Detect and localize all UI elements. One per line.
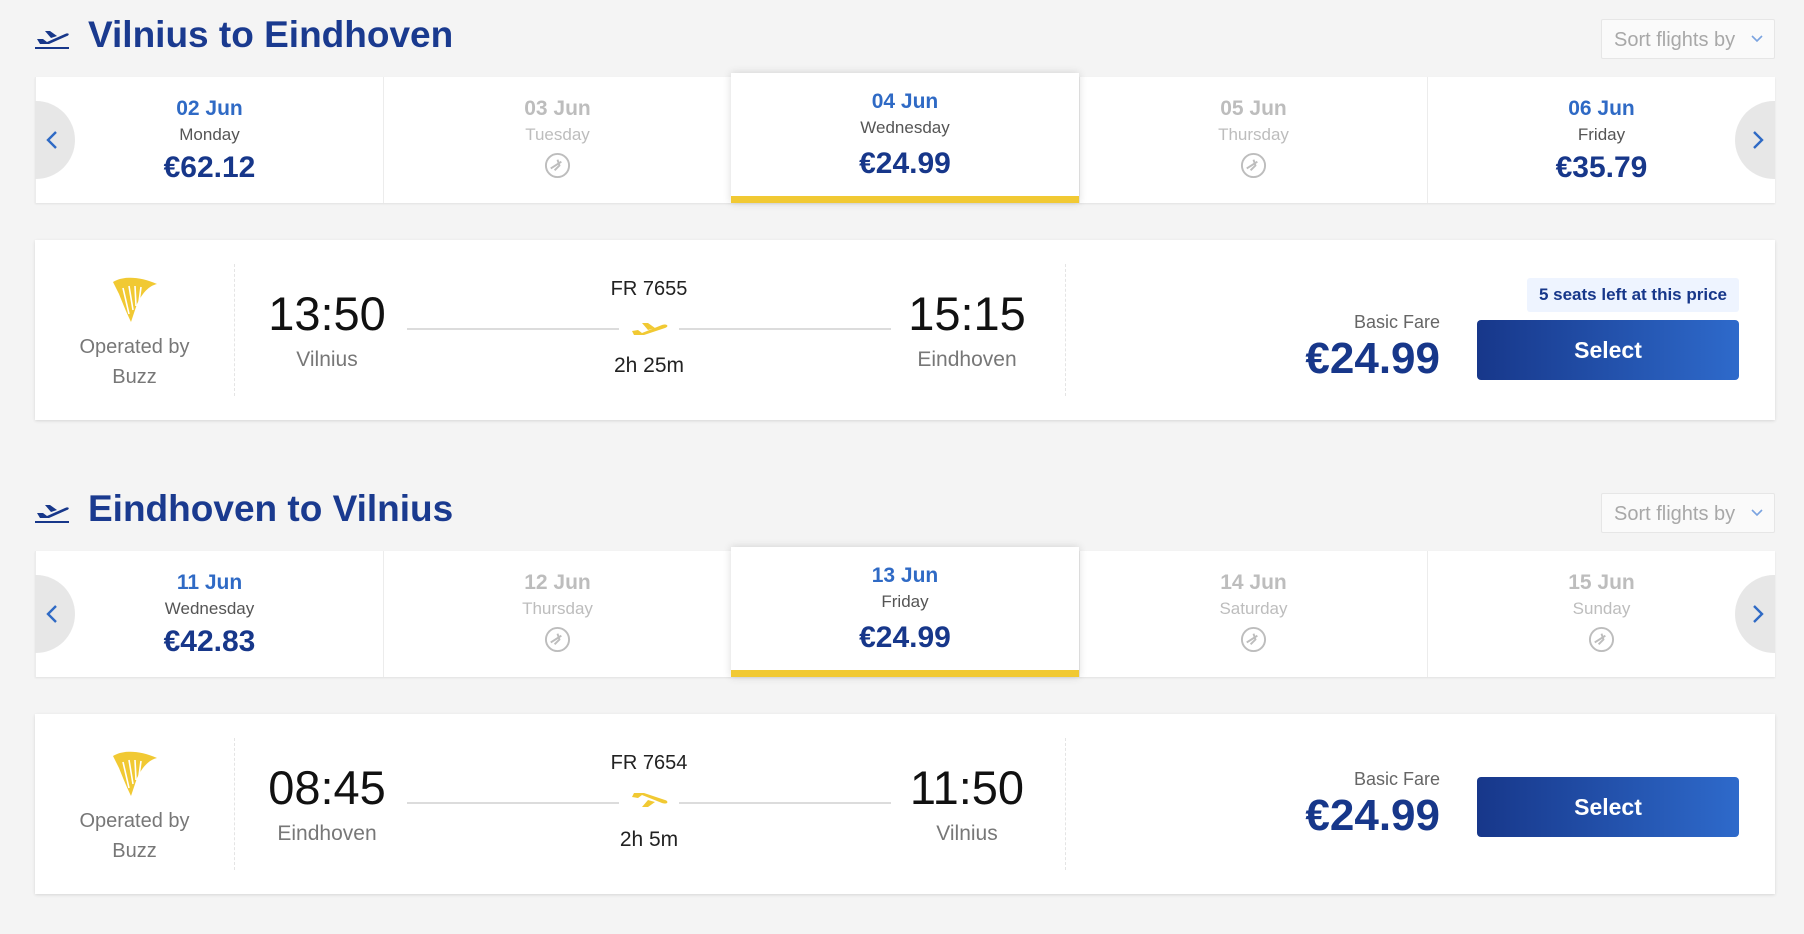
no-flights-icon [1588,626,1615,653]
card-divider [1065,738,1066,870]
card-divider [1065,264,1066,396]
flight-duration: 2h 5m [619,828,679,851]
date-label: 14 Jun [1220,571,1287,594]
date-label: 06 Jun [1568,97,1635,120]
departure-plane-icon [35,505,69,523]
chevron-down-icon [1751,509,1763,517]
departure-city: Eindhoven [277,822,377,845]
chevron-left-icon [46,131,57,149]
date-label: 02 Jun [176,97,243,120]
route-line-right [679,802,891,804]
no-flights-icon [1240,626,1267,653]
date-option-03-jun: 03 Jun Tuesday [383,77,731,203]
date-price: €24.99 [859,621,951,654]
date-option-06-jun[interactable]: 06 Jun Friday €35.79 [1427,77,1775,203]
date-option-05-jun: 05 Jun Thursday [1079,77,1427,203]
arrival-time: 15:15 [908,287,1026,340]
date-price: €62.12 [163,151,256,184]
flight-number: FR 7654 [610,752,688,774]
outbound-date-strip: 02 Jun Monday €62.12 03 Jun Tuesday 04 J… [35,73,1775,203]
sort-label: Sort flights by [1614,503,1736,525]
selected-indicator [731,670,1079,677]
operator-name: Buzz [112,840,157,862]
outbound-flight-card: Operated by Buzz 13:50 Vilnius FR 7655 2… [35,240,1775,420]
chevron-left-icon [46,605,57,623]
chevron-down-icon [1751,35,1763,43]
inbound-date-strip: 11 Jun Wednesday €42.83 12 Jun Thursday … [35,547,1775,677]
no-flights-icon [544,626,571,653]
flight-number: FR 7655 [610,278,688,300]
inbound-header: Eindhoven to Vilnius Sort flights by [35,474,1775,544]
inbound-flight-card: Operated by Buzz 08:45 Eindhoven FR 7654… [35,714,1775,894]
select-flight-button[interactable]: Select [1477,777,1739,837]
outbound-title: Vilnius to Eindhoven [88,14,454,55]
airline-info: Operated by Buzz [35,264,235,396]
date-label: 12 Jun [524,571,591,594]
date-label: 03 Jun [524,97,591,120]
fare-type-label: Basic Fare [1353,312,1440,332]
no-flights-icon [1240,152,1267,179]
departure-plane-icon [35,31,69,49]
fare-price: €24.99 [1305,334,1440,383]
day-label: Sunday [1572,599,1631,618]
chevron-right-icon [1753,131,1764,149]
route-line-left [407,802,619,804]
sort-flights-dropdown[interactable]: Sort flights by [1601,493,1775,533]
day-label: Tuesday [525,125,590,144]
departure-time: 08:45 [268,761,386,814]
day-label: Saturday [1219,599,1288,618]
date-price: €35.79 [1555,151,1648,184]
fare-price: €24.99 [1305,791,1440,840]
ryanair-harp-icon [112,277,157,322]
sort-flights-dropdown[interactable]: Sort flights by [1601,19,1775,59]
arrival-city: Vilnius [936,822,998,845]
day-label: Friday [1577,125,1626,144]
seats-left-badge: 5 seats left at this price [1526,278,1739,312]
airline-info: Operated by Buzz [35,738,235,870]
inbound-title: Eindhoven to Vilnius [88,488,454,529]
ryanair-harp-icon [112,751,157,796]
day-label: Friday [881,592,929,611]
operator-name: Buzz [112,366,157,388]
date-label: 05 Jun [1220,97,1287,120]
arrival-time: 11:50 [909,761,1025,814]
date-option-13-jun[interactable]: 13 Jun Friday €24.99 [731,547,1079,677]
day-label: Thursday [1218,125,1289,144]
departure-city: Vilnius [296,348,358,371]
no-flights-icon [544,152,571,179]
day-label: Thursday [522,599,593,618]
date-label: 15 Jun [1568,571,1635,594]
date-option-02-jun[interactable]: 02 Jun Monday €62.12 [35,77,383,203]
departure-time: 13:50 [268,287,386,340]
date-label: 04 Jun [871,90,939,113]
date-option-11-jun[interactable]: 11 Jun Wednesday €42.83 [35,551,383,677]
selected-indicator [731,196,1079,203]
select-flight-button[interactable]: Select [1477,320,1739,380]
date-label: 13 Jun [871,564,939,587]
route-plane-icon [632,793,668,807]
day-label: Monday [179,125,240,144]
arrival-city: Eindhoven [917,348,1017,371]
date-label: 11 Jun [176,571,243,594]
chevron-right-icon [1753,605,1764,623]
date-option-14-jun: 14 Jun Saturday [1079,551,1427,677]
date-price: €24.99 [859,147,951,180]
day-label: Wednesday [164,599,255,618]
operated-by-label: Operated by [79,810,190,832]
route-plane-icon [632,323,668,335]
date-option-04-jun[interactable]: 04 Jun Wednesday €24.99 [731,73,1079,203]
operated-by-label: Operated by [79,336,190,358]
flight-duration: 2h 25m [613,354,685,377]
outbound-header: Vilnius to Eindhoven Sort flights by [35,0,1775,70]
sort-label: Sort flights by [1614,29,1736,51]
route-line-left [407,328,619,330]
day-label: Wednesday [860,118,950,137]
route-line-right [679,328,891,330]
date-option-12-jun: 12 Jun Thursday [383,551,731,677]
fare-type-label: Basic Fare [1353,769,1440,789]
date-price: €42.83 [163,625,256,658]
date-option-15-jun: 15 Jun Sunday [1427,551,1775,677]
